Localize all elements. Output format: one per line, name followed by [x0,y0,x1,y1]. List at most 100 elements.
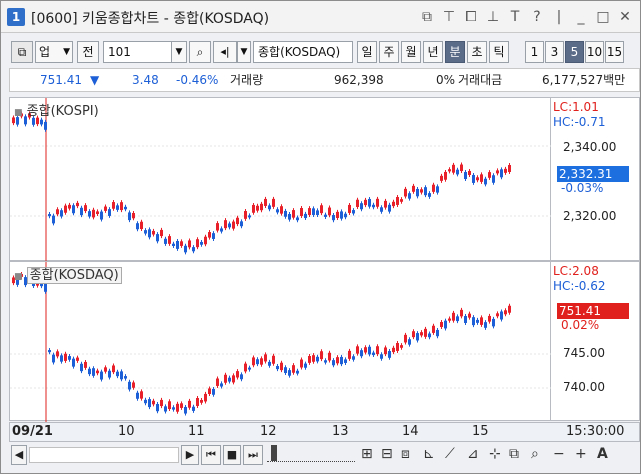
kospi-pane-label: ■ 종합(KOSPI) [14,100,99,119]
text-icon[interactable]: T [506,7,524,27]
kospi-current-percent: -0.03% [561,181,604,195]
period-button[interactable]: 월 [401,41,421,63]
grid-icon[interactable]: ⊟ [381,446,393,462]
market-select[interactable]: 업 ▼ [35,41,73,63]
scroll-right-icon[interactable]: ▶ [181,445,199,465]
search-icon[interactable]: ⌕ [189,41,211,63]
draw-line-icon[interactable]: ⊾ [423,446,435,462]
pane-marker-icon: ■ [14,272,23,282]
interval-button[interactable]: 10 [585,41,604,63]
kosdaq-tick-label: 745.00 [563,346,605,360]
title-tools: ⧉ ⊤ ⧠ ⊥ T? | _ □ ✕ [418,7,634,27]
fibo-icon[interactable]: ⊿ [467,446,479,462]
kospi-tick-label: 2,320.00 [563,209,617,223]
speaker-icon[interactable]: ◂| [213,41,237,63]
period-button[interactable]: 일 [357,41,377,63]
date-axis[interactable]: 09/21 10 11 12 13 14 15 15:30:00 [9,422,640,442]
zoom-slider-handle[interactable] [271,445,277,461]
period-button[interactable]: 틱 [489,41,509,63]
kosdaq-pane-title: 종합(KOSDAQ) [26,267,122,284]
interval-button[interactable]: 5 [565,41,584,63]
price-change-percent: -0.46% [176,73,219,87]
kospi-lc-value: LC:1.01 [553,100,599,114]
chart-window: 1 [0600] 키움종합차트 - 종합(KOSDAQ) ⧉ ⊤ ⧠ ⊥ T? | _ □ ✕ … [0,0,641,474]
date-tick: 11 [188,424,205,439]
volume-label: 거래량 [230,73,264,87]
zoom-in-icon[interactable]: + [575,446,587,462]
pin-icon[interactable]: ⊥ [484,7,502,27]
period-button[interactable]: 주 [379,41,399,63]
scroll-track[interactable] [29,447,179,463]
kospi-hc-value: HC:-0.71 [553,115,606,129]
current-price: 751.41 [40,73,82,87]
kospi-current-price-box: 2,332.31 [557,166,629,182]
kosdaq-hc-value: HC:-0.62 [553,279,606,293]
symbol-name-field[interactable]: 종합(KOSDAQ) [253,41,353,63]
kosdaq-chart-pane[interactable]: ■ 종합(KOSDAQ) [9,261,552,422]
down-arrow-icon: ▼ [90,73,100,87]
kosdaq-current-percent: 0.02% [561,318,600,332]
pin-top-icon[interactable]: ⊤ [440,7,458,27]
kosdaq-candles [10,262,552,422]
kosdaq-tick-label: 740.00 [563,380,605,394]
kosdaq-pane-label: ■ 종합(KOSDAQ) [14,264,122,284]
amount-value: 6,177,527백만 [542,73,626,87]
volume-value: 962,398 [334,73,384,87]
amount-label: 거래대금 [458,73,503,87]
price-change: 3.48 [132,73,159,87]
kospi-price-axis[interactable]: LC:1.01 HC:-0.71 2,340.00 2,332.31 -0.03… [551,97,640,261]
layout-icon[interactable]: ⧉ [11,41,33,63]
interval-button[interactable]: 3 [545,41,564,63]
quote-row: 751.41 ▼ 3.48 -0.46% 거래량 962,398 0% 거래대금… [9,68,640,92]
close-icon[interactable]: ✕ [616,7,634,27]
split-icon[interactable]: ⧈ [401,446,410,462]
date-tick: 14 [402,424,419,439]
window-number-badge[interactable]: 1 [7,8,25,26]
volume-percent: 0% [436,73,456,87]
last-page-icon[interactable]: ⏭ [243,445,263,465]
window-icon[interactable]: ⧠ [462,7,480,27]
kospi-tick-label: 2,340.00 [563,140,617,154]
kosdaq-lc-value: LC:2.08 [553,264,599,278]
date-tick-time: 15:30:00 [566,424,625,439]
zoom-out-icon[interactable]: − [553,446,565,462]
chart-toolbar: ⧉ 업 ▼ 전 101 ▼ ⌕ ◂| ▼ 종합(KOSDAQ) 일주월년분초틱 1… [1,39,640,65]
period-type-button[interactable]: 전 [77,41,99,63]
date-tick: 10 [118,424,135,439]
separator-icon: | [556,9,562,25]
zoom-slider[interactable] [267,448,355,462]
chart-scroll-controls: ◀ ▶ ⏮ ■ ⏭ ⊞ ⊟ ⧈ ⊾ ⟋ ⊿ ⊹ ⧉ ⌕ − + A [9,445,640,467]
date-tick: 09/21 [12,424,53,439]
kosdaq-current-price-box: 751.41 [557,303,629,319]
kosdaq-price-axis[interactable]: LC:2.08 HC:-0.62 751.41 0.02% 745.00 740… [551,261,640,421]
period-button[interactable]: 초 [467,41,487,63]
speaker-dropdown-icon[interactable]: ▼ [237,41,251,63]
crosshair-icon[interactable]: ⊹ [489,446,501,462]
kospi-pane-title: 종합(KOSPI) [26,104,99,119]
maximize-icon[interactable]: □ [594,7,612,27]
kospi-candles [10,98,552,262]
first-page-icon[interactable]: ⏮ [201,445,221,465]
pane-marker-icon: ■ [14,108,23,118]
auto-scale-icon[interactable]: A [597,446,608,462]
stop-icon[interactable]: ■ [223,445,241,465]
help-icon[interactable]: ? [528,7,546,27]
chevron-down-icon: ▼ [63,47,70,57]
date-tick: 12 [260,424,277,439]
minimize-icon[interactable]: _ [572,7,590,27]
code-dropdown-icon[interactable]: ▼ [171,41,187,63]
trend-icon[interactable]: ⟋ [445,446,455,462]
magnify-icon[interactable]: ⌕ [531,446,539,462]
period-button[interactable]: 년 [423,41,443,63]
date-tick: 13 [332,424,349,439]
period-button[interactable]: 분 [445,41,465,63]
detach-icon[interactable]: ⧉ [418,7,436,27]
table-icon[interactable]: ⊞ [361,446,373,462]
interval-button[interactable]: 1 [525,41,544,63]
interval-button[interactable]: 15 [605,41,624,63]
title-bar: 1 [0600] 키움종합차트 - 종합(KOSDAQ) ⧉ ⊤ ⧠ ⊥ T? | _ □ ✕ [1,1,640,33]
scroll-left-icon[interactable]: ◀ [11,445,27,465]
kospi-chart-pane[interactable]: ■ 종합(KOSPI) [9,97,552,262]
compare-icon[interactable]: ⧉ [509,446,519,462]
market-select-label: 업 [39,45,51,59]
